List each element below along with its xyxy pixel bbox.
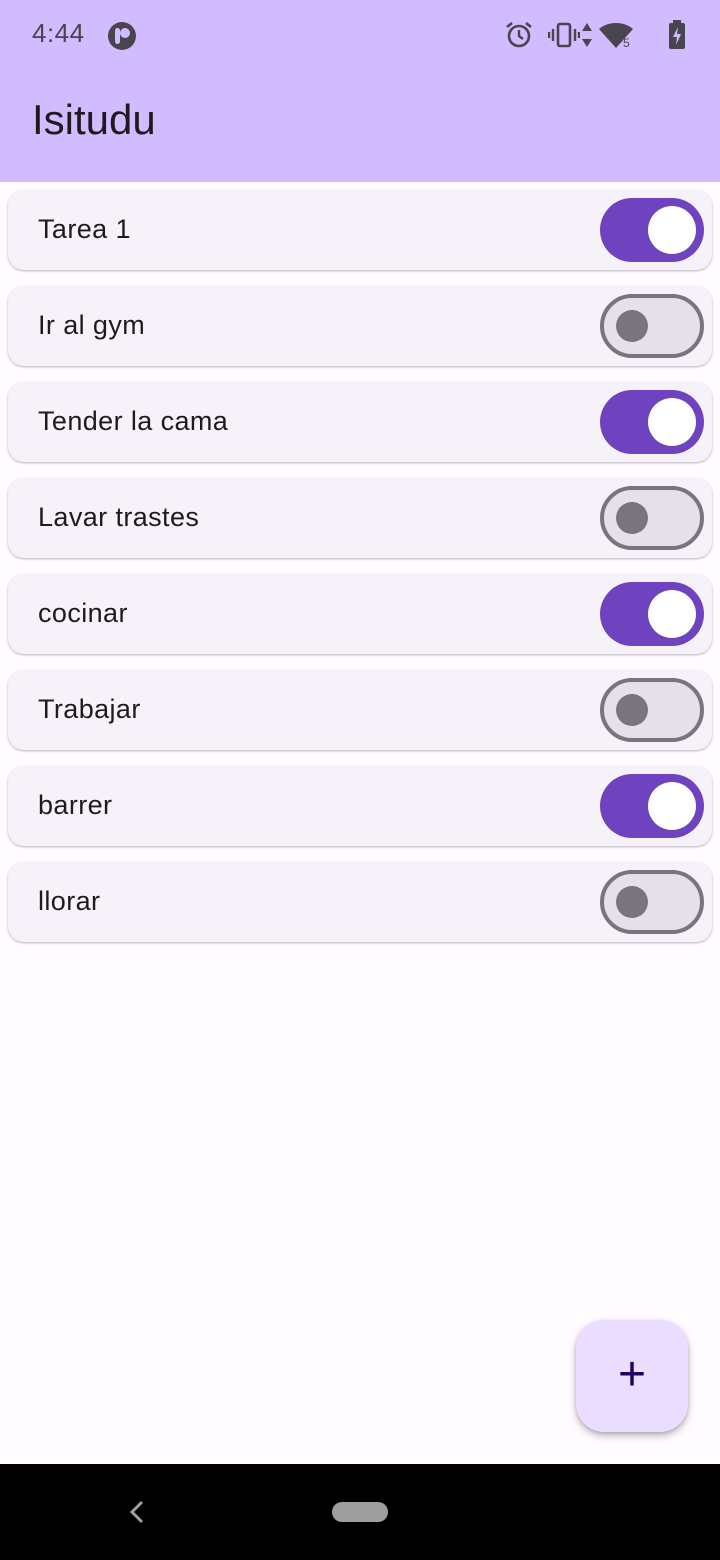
task-card: Trabajar	[8, 670, 712, 750]
task-label: Lavar trastes	[38, 502, 200, 532]
status-bar: 4:44 5	[0, 0, 720, 72]
app-title: Isitudu	[32, 96, 156, 143]
task-toggle-switch[interactable]	[600, 774, 704, 838]
task-label: Tender la cama	[38, 406, 229, 436]
task-card: Lavar trastes	[8, 478, 712, 558]
add-task-button[interactable]: +	[576, 1320, 688, 1432]
task-card: llorar	[8, 862, 712, 942]
task-card: Ir al gym	[8, 286, 712, 366]
data-arrows-icon	[582, 23, 592, 47]
task-toggle-switch[interactable]	[600, 294, 704, 358]
switch-thumb	[616, 310, 648, 342]
navigation-bar	[0, 1464, 720, 1560]
task-toggle-switch[interactable]	[600, 678, 704, 742]
task-card: Tender la cama	[8, 382, 712, 462]
task-toggle-switch[interactable]	[600, 582, 704, 646]
task-label: cocinar	[38, 598, 128, 628]
app-bar: Isitudu	[0, 72, 720, 182]
alarm-icon	[506, 21, 532, 48]
task-label: Ir al gym	[38, 310, 146, 340]
switch-thumb	[616, 886, 648, 918]
task-card: cocinar	[8, 574, 712, 654]
back-icon[interactable]	[126, 1498, 150, 1531]
add-icon: +	[617, 1348, 647, 1402]
task-card: barrer	[8, 766, 712, 846]
vibrate-icon	[548, 22, 580, 48]
task-card: Tarea 1	[8, 190, 712, 270]
task-label: llorar	[38, 886, 101, 916]
battery-charging-icon	[669, 20, 685, 49]
status-time: 4:44	[32, 18, 85, 48]
switch-thumb	[648, 590, 696, 638]
switch-thumb	[648, 398, 696, 446]
task-toggle-switch[interactable]	[600, 870, 704, 934]
home-pill-icon[interactable]	[332, 1502, 388, 1522]
task-toggle-switch[interactable]	[600, 486, 704, 550]
switch-thumb	[648, 206, 696, 254]
network-badge: 5	[623, 36, 630, 50]
app-notification-icon	[106, 20, 138, 52]
task-toggle-switch[interactable]	[600, 198, 704, 262]
task-list: Tarea 1 Ir al gym Tender la cama Lavar tras…	[8, 190, 712, 958]
task-label: Trabajar	[38, 694, 141, 724]
switch-thumb	[648, 782, 696, 830]
wifi-icon: 5	[599, 23, 633, 50]
switch-thumb	[616, 694, 648, 726]
task-label: Tarea 1	[38, 214, 131, 244]
task-label: barrer	[38, 790, 113, 820]
task-toggle-switch[interactable]	[600, 390, 704, 454]
switch-thumb	[616, 502, 648, 534]
